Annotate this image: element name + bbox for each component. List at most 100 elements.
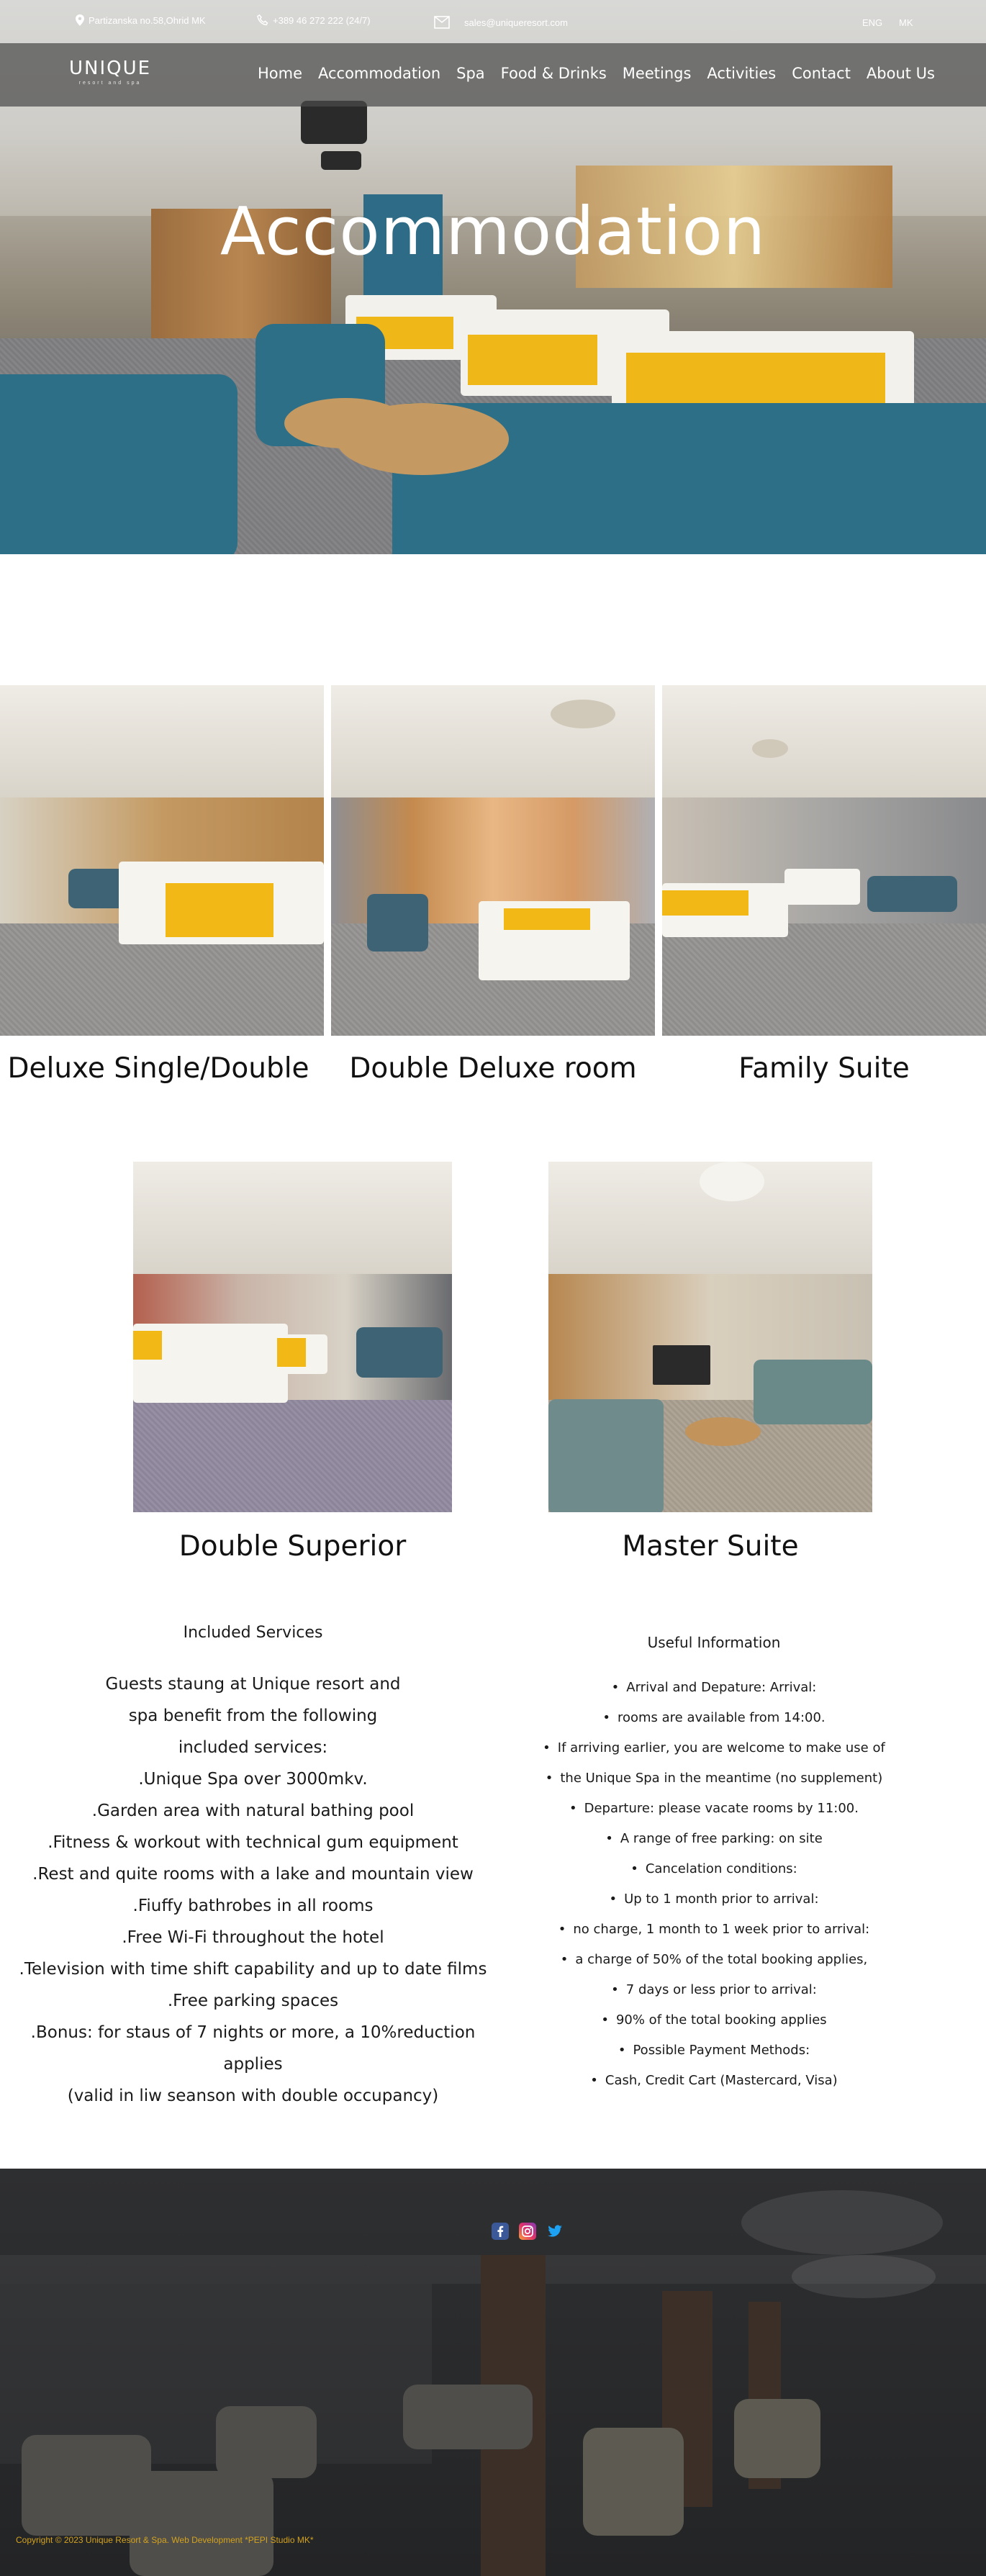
- useful-item: Possible Payment Methods:: [498, 2035, 930, 2066]
- room-bed: [784, 869, 860, 905]
- ceiling-light: [741, 2190, 943, 2255]
- useful-item: Arrival and Depature: Arrival:: [498, 1673, 930, 1703]
- room-sofa: [754, 1360, 872, 1424]
- room-blanket: [504, 908, 590, 930]
- useful-item: 7 days or less prior to arrival:: [498, 1975, 930, 2005]
- useful-item: A range of free parking: on site: [498, 1824, 930, 1854]
- page-title: Accommodation: [220, 193, 766, 270]
- useful-information-heading: Useful Information: [647, 1634, 781, 1651]
- services-line: .Rest and quite rooms with a lake and mo…: [32, 1865, 474, 1884]
- nav-food-drinks[interactable]: Food & Drinks: [501, 65, 607, 82]
- services-line: .Free parking spaces: [167, 1992, 339, 2010]
- room-blanket: [166, 883, 273, 937]
- instagram-icon[interactable]: [519, 2223, 536, 2240]
- copyright: Copyright © 2023 Unique Resort & Spa. We…: [16, 2535, 314, 2545]
- nav-accommodation[interactable]: Accommodation: [318, 65, 440, 82]
- useful-item: Cash, Credit Cart (Mastercard, Visa): [498, 2066, 930, 2096]
- useful-item: 90% of the total booking applies: [498, 2005, 930, 2035]
- included-services-heading: Included Services: [183, 1624, 323, 1642]
- room-title-double-superior[interactable]: Double Superior: [133, 1530, 452, 1563]
- nav-home[interactable]: Home: [258, 65, 302, 82]
- room-ceiling: [133, 1162, 452, 1274]
- room-title-double-deluxe[interactable]: Double Deluxe room: [335, 1052, 651, 1085]
- mail-icon: [434, 14, 450, 30]
- pendant-lamp-small: [321, 151, 361, 170]
- room-blanket: [662, 890, 748, 916]
- logo-word: UNIQUE: [69, 58, 152, 79]
- pendant-lamp: [301, 101, 367, 144]
- room-image-double-superior[interactable]: [133, 1162, 452, 1512]
- services-line: .Bonus: for staus of 7 nights or more, a…: [30, 2023, 476, 2074]
- room-armchair: [367, 894, 428, 952]
- room-blanket: [133, 1331, 162, 1360]
- coffee-table: [336, 403, 509, 475]
- room-blanket: [277, 1338, 306, 1367]
- footer: Copyright © 2023 Unique Resort & Spa. We…: [0, 2169, 986, 2576]
- facebook-icon[interactable]: [492, 2223, 509, 2240]
- room-ceiling: [0, 685, 324, 797]
- nav-meetings[interactable]: Meetings: [623, 65, 692, 82]
- sofa: [403, 2385, 533, 2449]
- room-tv: [653, 1345, 710, 1385]
- main-nav: Home Accommodation Spa Food & Drinks Mee…: [242, 65, 935, 82]
- lounge-chair: [734, 2399, 820, 2478]
- services-line: .Garden area with natural bathing pool: [91, 1802, 415, 1820]
- included-services: Included Services Guests staung at Uniqu…: [0, 1624, 506, 2112]
- room-image-master-suite[interactable]: [548, 1162, 872, 1512]
- room-title-master-suite[interactable]: Master Suite: [548, 1530, 872, 1563]
- useful-item: the Unique Spa in the meantime (no suppl…: [498, 1763, 930, 1794]
- room-floor: [662, 923, 986, 1036]
- twitter-icon[interactable]: [546, 2223, 564, 2240]
- services-line: .Fiuffy bathrobes in all rooms: [132, 1897, 374, 1915]
- services-line: included services:: [178, 1738, 328, 1757]
- logo[interactable]: UNIQUE resort and spa: [69, 58, 151, 86]
- ceiling-light: [551, 700, 615, 728]
- nav-contact[interactable]: Contact: [792, 65, 851, 82]
- email-text[interactable]: sales@uniqueresort.com: [464, 17, 568, 28]
- phone-text[interactable]: +389 46 272 222 (24/7): [273, 15, 371, 26]
- sofa: [0, 374, 238, 554]
- useful-item: a charge of 50% of the total booking app…: [498, 1945, 930, 1975]
- location-pin-icon: [76, 14, 84, 26]
- room-floor: [133, 1400, 452, 1512]
- room-coffee-table: [685, 1417, 761, 1446]
- lounge-chair: [583, 2428, 684, 2536]
- room-title-family-suite[interactable]: Family Suite: [666, 1052, 982, 1085]
- room-title-deluxe-single-double[interactable]: Deluxe Single/Double: [0, 1052, 317, 1085]
- room-ceiling: [331, 685, 655, 797]
- lang-mk[interactable]: MK: [899, 17, 913, 28]
- useful-item: Departure: please vacate rooms by 11:00.: [498, 1794, 930, 1824]
- nav-spa[interactable]: Spa: [456, 65, 485, 82]
- useful-information: Useful Information Arrival and Depature:…: [498, 1634, 930, 2096]
- services-line: Guests staung at Unique resort and: [105, 1675, 401, 1694]
- services-line: .Unique Spa over 3000mkv.: [138, 1770, 368, 1789]
- useful-item: Up to 1 month prior to arrival:: [498, 1884, 930, 1915]
- services-line: .Free Wi-Fi throughout the hotel: [122, 1928, 384, 1947]
- phone-icon: [257, 14, 268, 26]
- lounge-chair: [216, 2406, 317, 2478]
- room-armchair: [867, 876, 957, 912]
- room-image-family-suite[interactable]: [662, 685, 986, 1036]
- useful-item: Cancelation conditions:: [498, 1854, 930, 1884]
- nav-activities[interactable]: Activities: [707, 65, 776, 82]
- room-armchair: [356, 1327, 443, 1378]
- lounge-chair: [130, 2471, 273, 2576]
- nav-about-us[interactable]: About Us: [867, 65, 935, 82]
- email[interactable]: sales@uniqueresort.com: [434, 14, 568, 30]
- ceiling-light: [752, 739, 788, 758]
- useful-item: rooms are available from 14:00.: [498, 1703, 930, 1733]
- room-image-double-deluxe[interactable]: [331, 685, 655, 1036]
- useful-item: no charge, 1 month to 1 week prior to ar…: [498, 1915, 930, 1945]
- services-line: spa benefit from the following: [128, 1707, 378, 1725]
- logo-tagline: resort and spa: [78, 81, 142, 86]
- phone[interactable]: +389 46 272 222 (24/7): [257, 14, 371, 26]
- social-links: [492, 2223, 564, 2240]
- room-image-deluxe-single-double[interactable]: [0, 685, 324, 1036]
- lang-eng[interactable]: ENG: [862, 17, 882, 28]
- top-info-bar: Partizanska no.58,Ohrid MK +389 46 272 2…: [0, 0, 986, 43]
- services-line: (valid in liw seanson with double occupa…: [67, 2087, 439, 2105]
- room-sofa: [548, 1399, 664, 1512]
- services-line: .Television with time shift capability a…: [19, 1960, 487, 1979]
- bed-blanket: [468, 335, 597, 385]
- address: Partizanska no.58,Ohrid MK: [76, 14, 206, 26]
